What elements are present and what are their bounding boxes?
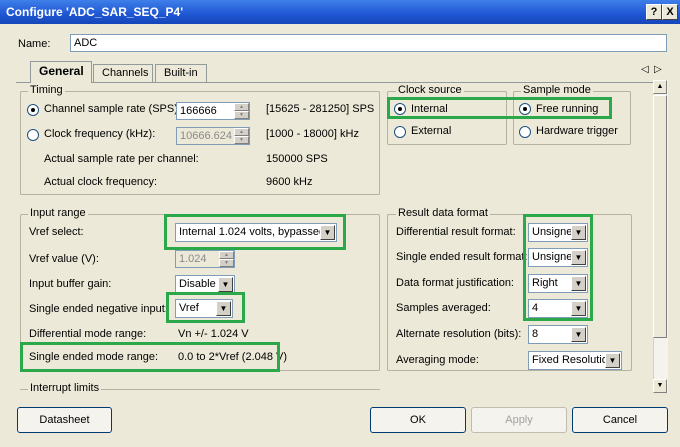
clock-external-label: External [411,125,452,137]
sample-rate-label: Channel sample rate (SPS): [44,103,181,115]
chevron-down-icon: ▼ [218,277,233,292]
highlight-clock-mode [387,97,612,119]
window-title: Configure 'ADC_SAR_SEQ_P4' [6,5,184,19]
clock-frequency-radio[interactable] [27,129,39,141]
tab-built-in[interactable]: Built-in [155,64,207,82]
sample-rate-radio[interactable] [27,104,39,116]
clock-source-title: Clock source [396,84,464,96]
close-button[interactable]: X [662,4,678,20]
actual-clock-frequency-value: 9600 kHz [266,176,313,188]
hardware-trigger-radio[interactable] [519,126,531,138]
alt-resolution-label: Alternate resolution (bits): [396,328,522,340]
timing-title: Timing [28,84,65,96]
interrupt-limits-title: Interrupt limits [28,382,102,394]
clock-external-radio[interactable] [394,126,406,138]
diff-range-value: Vn +/- 1.024 V [178,328,249,340]
highlight-vref-select [164,214,346,250]
tab-scroll-left-icon[interactable]: ◁ [641,64,649,75]
result-format-title: Result data format [396,207,490,219]
chevron-down-icon: ▼ [571,327,586,342]
clock-frequency-input: 10666.624 ▲ ▼ [176,127,250,145]
samples-averaged-label: Samples averaged: [396,302,491,314]
clock-frequency-label: Clock frequency (kHz): [44,128,156,140]
sample-rate-input[interactable]: 166666 ▲ ▼ [176,102,250,120]
actual-sample-rate-label: Actual sample rate per channel: [44,153,199,165]
buffer-gain-label: Input buffer gain: [29,278,112,290]
scrollbar-thumb[interactable] [653,95,667,338]
alt-resolution-dropdown[interactable]: 8 ▼ [528,325,588,344]
vref-value-label: Vref value (V): [29,253,99,265]
name-input[interactable]: ADC [70,34,667,52]
sample-mode-title: Sample mode [521,84,593,96]
highlight-result-format [523,214,593,321]
sample-rate-range: [15625 - 281250] SPS [266,103,375,115]
actual-clock-frequency-label: Actual clock frequency: [44,176,158,188]
scroll-up-icon[interactable]: ▲ [653,80,667,94]
scroll-down-icon[interactable]: ▼ [653,379,667,393]
cancel-button[interactable]: Cancel [572,407,668,433]
datasheet-button[interactable]: Datasheet [17,407,112,433]
highlight-se-range [20,342,280,372]
justification-label: Data format justification: [396,277,514,289]
diff-format-label: Differential result format: [396,226,516,238]
help-button[interactable]: ? [646,4,662,20]
tab-channels[interactable]: Channels [93,64,153,82]
negative-input-label: Single ended negative input: [29,303,168,315]
clock-frequency-spinner: ▲ ▼ [234,128,249,144]
vref-value-input: 1.024 ▲ ▼ [175,250,235,268]
tab-scroll-right-icon[interactable]: ▷ [654,64,662,75]
averaging-mode-dropdown[interactable]: Fixed Resolution ▼ [528,351,622,370]
diff-range-label: Differential mode range: [29,328,147,340]
clock-frequency-range: [1000 - 18000] kHz [266,128,359,140]
name-label: Name: [18,38,51,50]
averaging-mode-label: Averaging mode: [396,354,479,366]
apply-button[interactable]: Apply [471,407,567,433]
title-bar: Configure 'ADC_SAR_SEQ_P4' ? X [0,0,680,24]
vref-select-label: Vref select: [29,226,84,238]
tab-general[interactable]: General [30,61,92,83]
hardware-trigger-label: Hardware trigger [536,125,618,137]
sample-rate-spinner[interactable]: ▲ ▼ [234,103,249,119]
tab-strip-line [16,82,668,83]
vref-value-spinner: ▲ ▼ [219,251,234,267]
highlight-negative-input [166,292,245,323]
ok-button[interactable]: OK [370,407,466,433]
chevron-down-icon: ▼ [605,353,620,368]
se-format-label: Single ended result format: [396,251,528,263]
actual-sample-rate-value: 150000 SPS [266,153,328,165]
input-range-title: Input range [28,207,88,219]
